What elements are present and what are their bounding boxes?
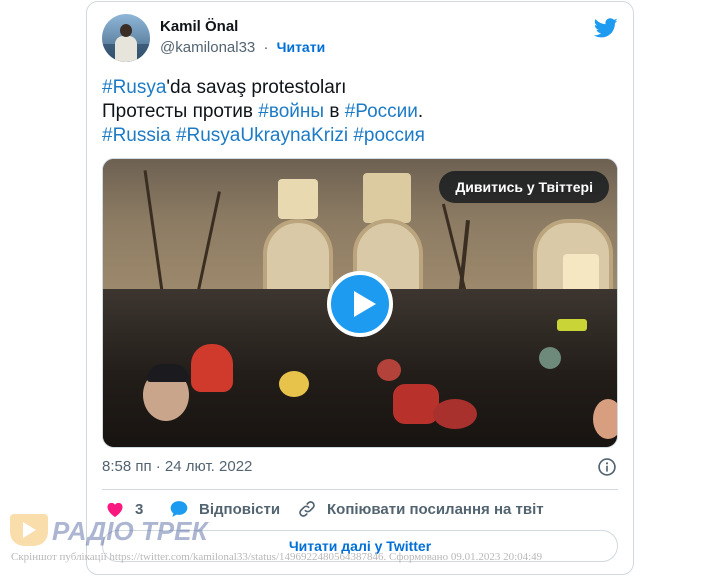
play-logo-icon [10, 514, 48, 546]
radio-trek-logo: РАДІО ТРЕК [10, 512, 207, 548]
author-handle-row: @kamilonal33 · Читати [160, 39, 325, 56]
tweet-text-line: #Rusya'da savaş protestoları [102, 76, 622, 100]
hashtag-link[interactable]: #Russia [102, 125, 171, 146]
copy-link-label: Копіювати посилання на твіт [327, 500, 544, 518]
reply-label: Відповісти [199, 500, 281, 518]
divider [102, 489, 618, 490]
follow-link[interactable]: Читати [277, 39, 326, 55]
tweet-text-line: Протесты против #войны в #России. [102, 100, 622, 124]
play-icon[interactable] [327, 271, 393, 337]
hashtag-link[interactable]: #России [345, 101, 418, 122]
copy-link-action[interactable]: Копіювати посилання на твіт [297, 497, 544, 521]
screenshot-caption: Скріншот публікації https://twitter.com/… [11, 551, 543, 563]
video-thumbnail[interactable]: Дивитись у Твіттері [102, 158, 618, 448]
tweet-text: #Rusya'da savaş protestoları Протесты про… [102, 76, 622, 148]
author-handle[interactable]: @kamilonal33 [160, 39, 255, 56]
hashtag-link[interactable]: #россия [353, 125, 425, 146]
link-icon [299, 501, 315, 517]
avatar[interactable] [102, 14, 150, 62]
tweet-text-line: #Russia #RusyaUkraynaKrizi #россия [102, 124, 622, 148]
info-icon[interactable] [597, 457, 617, 477]
tweet-timestamp[interactable]: 8:58 пп · 24 лют. 2022 [102, 458, 252, 475]
tweet-text-segment: Протесты против [102, 101, 259, 122]
tweet-card: Kamil Önal @kamilonal33 · Читати #Rusya'… [86, 1, 634, 575]
twitter-bird-icon[interactable] [594, 16, 618, 40]
hashtag-link[interactable]: #войны [258, 101, 324, 122]
tweet-header: Kamil Önal @kamilonal33 · Читати [102, 14, 618, 64]
tweet-text-segment: 'da savaş protestoları [166, 77, 347, 98]
tweet-text-segment: . [417, 101, 424, 122]
separator-dot: · [263, 39, 269, 56]
hashtag-link[interactable]: #RusyaUkraynaKrizi [176, 125, 348, 146]
watch-on-twitter-button[interactable]: Дивитись у Твіттері [439, 171, 609, 203]
tweet-text-segment: в [324, 101, 345, 122]
author-name[interactable]: Kamil Önal [160, 18, 238, 35]
hashtag-link[interactable]: #Rusya [102, 77, 166, 98]
logo-text: РАДІО ТРЕК [52, 516, 208, 546]
